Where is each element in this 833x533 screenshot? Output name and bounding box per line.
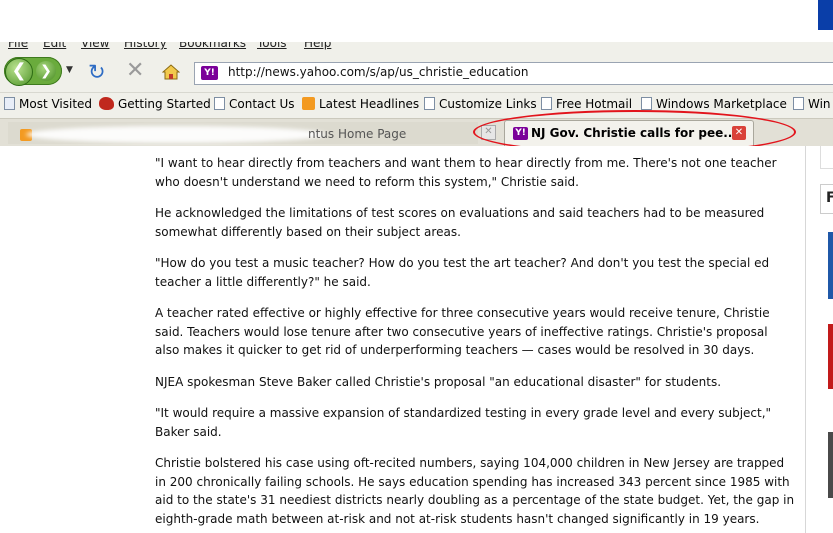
document-icon — [424, 97, 435, 110]
forward-arrow-icon: ❯ — [40, 63, 52, 79]
window-title-edge — [818, 0, 833, 30]
bookmark-label: Most Visited — [19, 97, 93, 111]
menu-help[interactable]: Help — [304, 42, 331, 50]
navigation-toolbar: ❮ ❯ ▼ ↻ ✕ Y! http://news.yahoo.com/s/ap/… — [0, 52, 833, 93]
redacted-region — [26, 126, 326, 143]
bookmark-windows-marketplace[interactable]: Windows Marketplace — [641, 97, 787, 111]
back-forward-group: ❮ ❯ — [4, 57, 62, 86]
bookmark-label: Customize Links — [439, 97, 537, 111]
article-paragraph: He acknowledged the limitations of test … — [155, 206, 765, 239]
yahoo-favicon-icon: Y! — [513, 127, 528, 140]
tab-background[interactable]: ntus Home Page — [8, 122, 478, 144]
close-tab-icon[interactable]: ✕ — [481, 125, 496, 140]
bookmark-label: Windows Marketplace — [656, 97, 787, 111]
blank-top-region — [0, 0, 833, 42]
bookmark-customize-links[interactable]: Customize Links — [424, 97, 537, 111]
tab-active-title: NJ Gov. Christie calls for pee... — [531, 126, 737, 140]
article-paragraph: NJEA spokesman Steve Baker called Christ… — [155, 374, 722, 389]
sidebar-thumbnail[interactable] — [828, 232, 833, 299]
article-body: "I want to hear directly from teachers a… — [155, 154, 795, 533]
forward-button[interactable]: ❯ — [36, 61, 56, 81]
menu-view[interactable]: View — [81, 42, 109, 50]
sidebar-box — [820, 146, 833, 169]
bookmark-label: Getting Started — [118, 97, 211, 111]
address-bar[interactable]: Y! http://news.yahoo.com/s/ap/us_christi… — [194, 62, 833, 85]
document-icon — [641, 97, 652, 110]
sidebar-thumbnail[interactable] — [828, 432, 833, 498]
bookmark-label: Win — [808, 97, 831, 111]
stop-icon[interactable]: ✕ — [126, 60, 144, 82]
bookmark-getting-started[interactable]: Getting Started — [99, 97, 211, 111]
menu-bar: File Edit View History Bookmarks Tools H… — [0, 42, 833, 52]
article-paragraph: A teacher rated effective or highly effe… — [155, 306, 770, 357]
menu-history[interactable]: History — [124, 42, 167, 50]
tab-active[interactable]: Y! NJ Gov. Christie calls for pee... ✕ — [504, 120, 754, 146]
browser-chrome: File Edit View History Bookmarks Tools H… — [0, 42, 833, 148]
document-icon — [4, 97, 15, 110]
back-arrow-icon: ❮ — [11, 60, 27, 81]
document-icon — [793, 97, 804, 110]
back-button[interactable]: ❮ — [5, 58, 33, 86]
bookmark-label: Latest Headlines — [319, 97, 420, 111]
bookmark-label: Free Hotmail — [556, 97, 633, 111]
article-paragraph: "It would require a massive expansion of… — [155, 406, 772, 439]
reload-icon[interactable]: ↻ — [88, 61, 106, 83]
menu-bookmarks[interactable]: Bookmarks — [179, 42, 246, 50]
right-sidebar: F — [805, 146, 833, 533]
firefox-icon — [99, 97, 114, 110]
page-content: "I want to hear directly from teachers a… — [0, 146, 805, 533]
bookmark-label: Contact Us — [229, 97, 295, 111]
article-paragraph: "I want to hear directly from teachers a… — [155, 156, 777, 189]
bookmark-most-visited[interactable]: Most Visited — [4, 97, 92, 111]
yahoo-favicon-icon: Y! — [201, 66, 218, 80]
document-icon — [541, 97, 552, 110]
sidebar-thumbnail[interactable] — [828, 324, 833, 389]
rss-icon — [302, 97, 315, 110]
menu-tools[interactable]: Tools — [257, 42, 287, 50]
bookmark-contact-us[interactable]: Contact Us — [214, 97, 295, 111]
home-icon[interactable] — [162, 64, 180, 80]
article-paragraph: "How do you test a music teacher? How do… — [155, 256, 770, 289]
tab-background-label: ntus Home Page — [308, 127, 407, 141]
url-text[interactable]: http://news.yahoo.com/s/ap/us_christie_e… — [228, 65, 529, 79]
menu-file[interactable]: File — [8, 42, 28, 50]
bookmark-free-hotmail[interactable]: Free Hotmail — [541, 97, 632, 111]
bookmark-latest-headlines[interactable]: Latest Headlines — [302, 97, 419, 111]
bookmark-windows-truncated[interactable]: Win — [793, 97, 831, 111]
bookmarks-toolbar: Most Visited Getting Started Contact Us … — [0, 94, 833, 116]
sidebar-heading: F — [826, 190, 833, 206]
article-paragraph: Christie bolstered his case using oft-re… — [155, 456, 795, 526]
tab-bar: ntus Home Page ✕ Y! NJ Gov. Christie cal… — [0, 118, 833, 148]
menu-edit[interactable]: Edit — [43, 42, 66, 50]
document-icon — [214, 97, 225, 110]
close-tab-icon[interactable]: ✕ — [732, 126, 746, 140]
history-dropdown-icon[interactable]: ▼ — [66, 65, 73, 75]
